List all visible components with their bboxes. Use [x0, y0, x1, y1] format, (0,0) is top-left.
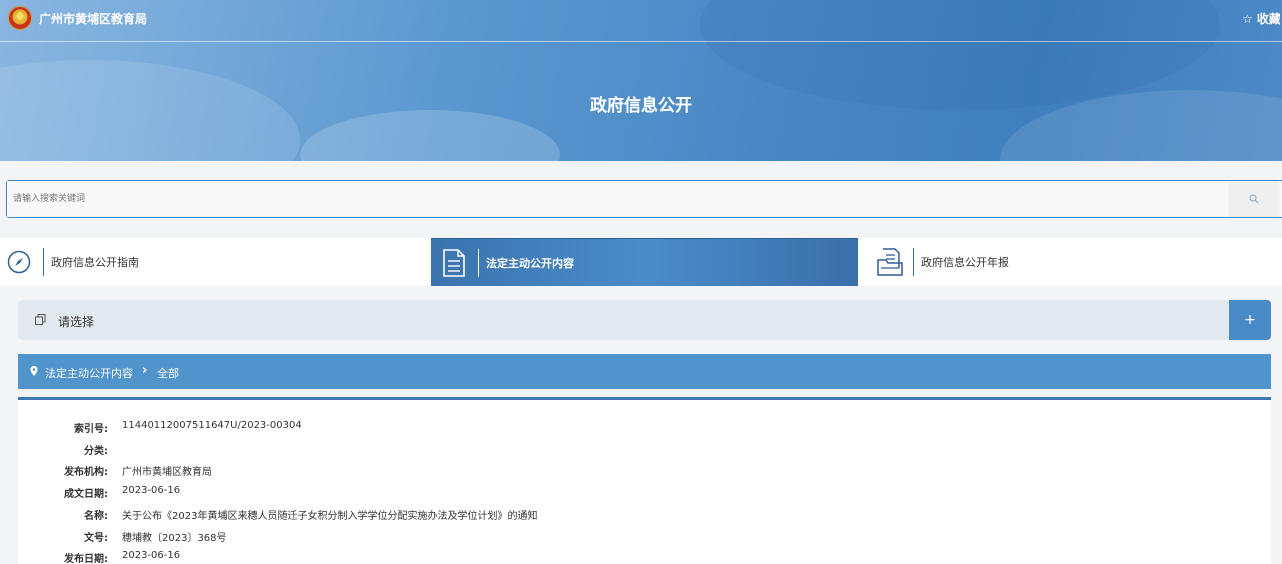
detail-key: 分类: — [84, 446, 108, 457]
detail-row: 分类: — [18, 442, 1271, 462]
detail-value: 关于公布《2023年黄埔区来穗人员随迁子女积分制入学学位分配实施办法及学位计划》… — [122, 511, 538, 522]
breadcrumb-current: 全部 — [157, 367, 179, 380]
search-icon — [1249, 194, 1259, 204]
chevron-right-icon: › — [142, 363, 148, 378]
favorite-link[interactable]: ☆ 收藏 — [1242, 10, 1280, 27]
breadcrumb: 法定主动公开内容 › 全部 — [18, 354, 1271, 389]
category-tabs: 政府信息公开指南 法定主动公开内容 政府信息公开年报 — [0, 238, 1282, 286]
detail-row: 名称: 关于公布《2023年黄埔区来穗人员随迁子女积分制入学学位分配实施办法及学… — [18, 507, 1271, 527]
page-title: 政府信息公开 — [590, 96, 692, 116]
tab-statutory-content[interactable]: 法定主动公开内容 — [431, 238, 858, 286]
document-icon — [443, 249, 465, 277]
compass-icon — [7, 250, 31, 274]
detail-key: 成文日期: — [64, 489, 108, 500]
detail-key: 文号: — [84, 533, 108, 544]
search-button[interactable] — [1229, 181, 1279, 217]
filter-select-label: 请选择 — [58, 315, 95, 329]
detail-key: 发布机构: — [64, 467, 108, 478]
expand-button[interactable]: + — [1229, 300, 1271, 340]
national-emblem-logo — [8, 6, 32, 30]
document-details: 索引号: 11440112007511647U/2023-00304 分类: 发… — [18, 397, 1271, 564]
tab-label: 政府信息公开年报 — [921, 256, 1009, 269]
detail-row: 索引号: 11440112007511647U/2023-00304 — [18, 420, 1271, 440]
filter-select-bar[interactable]: 请选择 + — [18, 300, 1271, 340]
location-pin-icon — [30, 366, 38, 376]
detail-value: 广州市黄埔区教育局 — [122, 467, 212, 478]
detail-value: 2023-06-16 — [122, 550, 181, 561]
banner-decoration — [300, 110, 560, 161]
detail-value: 穗埔教〔2023〕368号 — [122, 533, 227, 544]
detail-row: 发布机构: 广州市黄埔区教育局 — [18, 463, 1271, 483]
tab-label: 法定主动公开内容 — [486, 257, 574, 270]
detail-row: 文号: 穗埔教〔2023〕368号 — [18, 529, 1271, 549]
breadcrumb-section[interactable]: 法定主动公开内容 — [45, 365, 133, 381]
header-banner: 广州市黄埔区教育局 ☆ 收藏 政府信息公开 — [0, 0, 1282, 161]
site-title[interactable]: 广州市黄埔区教育局 — [39, 10, 147, 27]
detail-key: 索引号: — [74, 424, 108, 435]
detail-row: 发布日期: 2023-06-16 — [18, 550, 1271, 564]
detail-key: 名称: — [84, 511, 108, 522]
detail-value: 2023-06-16 — [122, 485, 181, 496]
tab-divider — [913, 248, 914, 276]
tab-label: 政府信息公开指南 — [51, 256, 139, 269]
detail-row: 成文日期: 2023-06-16 — [18, 485, 1271, 505]
tab-divider — [478, 249, 479, 277]
tab-annual-report[interactable]: 政府信息公开年报 — [861, 238, 1282, 286]
detail-value: 11440112007511647U/2023-00304 — [122, 420, 302, 431]
copy-icon — [35, 314, 46, 325]
search-box — [6, 180, 1282, 218]
tab-divider — [43, 248, 44, 276]
detail-key: 发布日期: — [64, 554, 108, 564]
top-bar: 广州市黄埔区教育局 ☆ 收藏 — [0, 0, 1282, 42]
folder-document-icon — [877, 248, 903, 276]
search-input[interactable] — [7, 181, 1227, 217]
tab-disclosure-guide[interactable]: 政府信息公开指南 — [0, 238, 428, 286]
